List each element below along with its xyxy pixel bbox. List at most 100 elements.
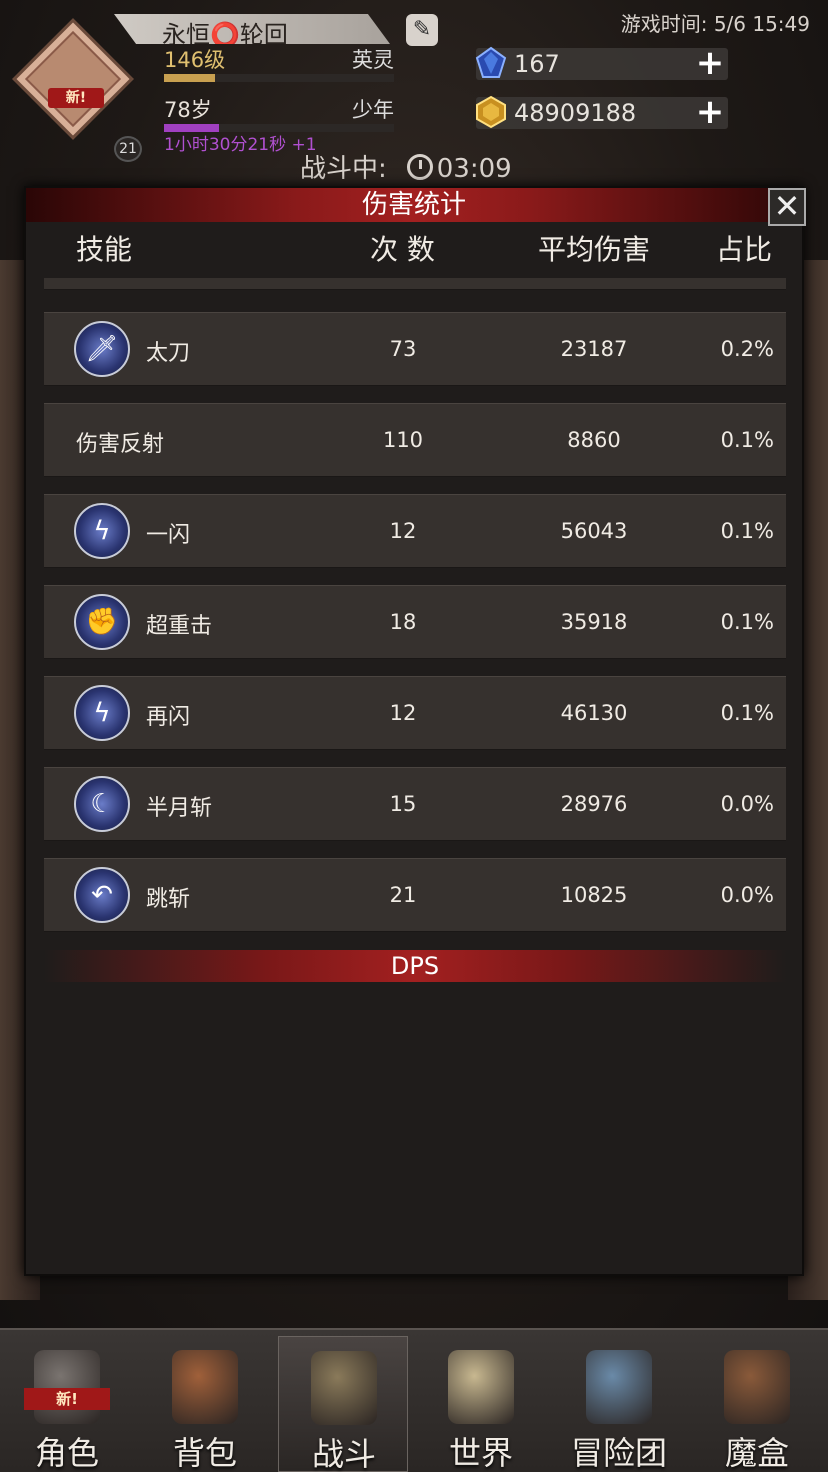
avatar-level-badge: 21 bbox=[114, 136, 142, 162]
new-badge: 新! bbox=[48, 88, 104, 108]
table-row: ☾ 半月斩 15 28976 0.0% bbox=[44, 767, 786, 841]
hit-count: 18 bbox=[389, 610, 417, 634]
damage-percent: 0.0% bbox=[720, 883, 774, 907]
add-crystal-button[interactable]: + bbox=[692, 46, 728, 82]
rank-text: 英灵 bbox=[352, 48, 394, 72]
table-row: 🗡 太刀 73 23187 0.2% bbox=[44, 312, 786, 386]
column-header-skill: 技能 bbox=[76, 233, 133, 266]
level-text: 146级 bbox=[164, 48, 226, 72]
damage-percent: 0.1% bbox=[720, 701, 774, 725]
skill-name: 再闪 bbox=[146, 705, 191, 730]
dps-header: DPS bbox=[44, 950, 786, 982]
castle-icon bbox=[586, 1350, 652, 1424]
sword-icon: 🗡 bbox=[74, 321, 130, 377]
nav-label: 冒险团 bbox=[570, 1434, 667, 1472]
damage-stats-panel: 伤害统计 ✕ 技能 次 数 平均伤害 占比 🗡 太刀 73 23187 0.2% 伤害反射… bbox=[24, 186, 806, 1276]
top-hud: 新! 21 永恒⭕轮回 ✎ 146级 英灵 78岁 少年 1小时30分21秒 +… bbox=[0, 0, 828, 190]
skill-name: 超重击 bbox=[146, 614, 213, 639]
average-damage: 56043 bbox=[560, 519, 628, 543]
crystal-resource: 167 + bbox=[475, 46, 728, 82]
average-damage: 23187 bbox=[560, 337, 628, 361]
skill-name: 半月斩 bbox=[146, 796, 213, 821]
new-badge: 新! bbox=[24, 1388, 110, 1410]
magic-box-icon bbox=[724, 1350, 790, 1424]
scroll-map-icon bbox=[448, 1350, 514, 1424]
fist-icon: ✊ bbox=[74, 594, 130, 650]
average-damage: 35918 bbox=[560, 610, 628, 634]
nav-item-backpack[interactable]: 背包 bbox=[140, 1336, 270, 1472]
clock-icon bbox=[406, 154, 433, 180]
flash-icon: ϟ bbox=[74, 503, 130, 559]
game-time: 游戏时间: 5/6 15:49 bbox=[620, 12, 810, 36]
shield-sword-icon bbox=[311, 1351, 377, 1425]
gold-amount: 48909188 bbox=[514, 99, 637, 127]
skill-damage-list[interactable]: 🗡 太刀 73 23187 0.2% 伤害反射 110 8860 0.1% ϟ 一闪 12 56043 0… bbox=[44, 278, 786, 938]
gold-resource: 48909188 + bbox=[476, 95, 728, 131]
column-header-count: 次 数 bbox=[370, 233, 435, 266]
average-damage: 10825 bbox=[560, 883, 628, 907]
table-row: ✊ 超重击 18 35918 0.1% bbox=[44, 585, 786, 659]
table-row: ↶ 跳斩 21 10825 0.0% bbox=[44, 858, 786, 932]
table-row: 伤害反射 110 8860 0.1% bbox=[44, 403, 786, 477]
backpack-icon bbox=[172, 1350, 238, 1424]
player-name-plate: 永恒⭕轮回 bbox=[114, 14, 390, 44]
bottom-nav: 新! 角色 背包 战斗 世界 冒险团 魔盒 bbox=[0, 1328, 828, 1472]
age-timer: 1小时30分21秒 +1 bbox=[164, 135, 317, 155]
hit-count: 12 bbox=[389, 701, 417, 725]
dps-chart: 1654350013786250110290008271750551450027… bbox=[2, 988, 802, 1258]
close-button[interactable]: ✕ bbox=[768, 188, 806, 226]
hit-count: 73 bbox=[389, 337, 417, 361]
battle-label: 战斗中: bbox=[300, 154, 387, 184]
edit-name-button[interactable]: ✎ bbox=[406, 14, 438, 46]
age-text: 78岁 bbox=[164, 98, 212, 122]
age-stage: 少年 bbox=[352, 98, 394, 122]
flash-icon: ϟ bbox=[74, 685, 130, 741]
column-header-avg-damage: 平均伤害 bbox=[538, 233, 651, 266]
panel-title: 伤害统计 bbox=[361, 190, 466, 220]
hit-count: 15 bbox=[389, 792, 417, 816]
nav-item-helmet[interactable]: 新! 角色 bbox=[2, 1336, 132, 1472]
level-stat: 146级 英灵 bbox=[164, 44, 394, 82]
panel-header: 伤害统计 bbox=[26, 188, 802, 222]
level-progress-fill bbox=[164, 74, 215, 82]
nav-label: 世界 bbox=[448, 1434, 513, 1472]
skill-name: 跳斩 bbox=[146, 887, 191, 912]
battle-time: 03:09 bbox=[436, 154, 512, 184]
damage-percent: 0.1% bbox=[720, 610, 774, 634]
column-header-percent: 占比 bbox=[716, 233, 773, 266]
hit-count: 12 bbox=[389, 519, 417, 543]
average-damage: 46130 bbox=[560, 701, 628, 725]
crystal-amount: 167 bbox=[514, 50, 560, 78]
damage-percent: 0.2% bbox=[720, 337, 774, 361]
nav-label: 魔盒 bbox=[724, 1434, 789, 1472]
close-icon: ✕ bbox=[773, 187, 801, 225]
nav-item-scroll-map[interactable]: 世界 bbox=[416, 1336, 546, 1472]
skill-name: 一闪 bbox=[146, 523, 191, 548]
edit-icon: ✎ bbox=[412, 17, 432, 42]
damage-percent: 0.1% bbox=[720, 428, 774, 452]
crystal-icon bbox=[475, 46, 507, 78]
dps-title: DPS bbox=[390, 952, 440, 980]
age-stat: 78岁 少年 bbox=[164, 94, 394, 132]
gold-icon bbox=[476, 95, 506, 129]
nav-label: 角色 bbox=[34, 1434, 99, 1472]
helmet-icon bbox=[34, 1350, 100, 1424]
player-avatar[interactable]: 新! 21 bbox=[12, 18, 142, 162]
crescent-icon: ☾ bbox=[74, 776, 130, 832]
battle-status: 战斗中: 03:09 bbox=[300, 148, 512, 185]
list-item-partial bbox=[44, 278, 786, 290]
average-damage: 28976 bbox=[560, 792, 628, 816]
skill-name: 太刀 bbox=[146, 341, 191, 366]
hit-count: 21 bbox=[389, 883, 417, 907]
damage-percent: 0.1% bbox=[720, 519, 774, 543]
table-row: ϟ 一闪 12 56043 0.1% bbox=[44, 494, 786, 568]
nav-item-castle[interactable]: 冒险团 bbox=[554, 1336, 684, 1472]
nav-label: 战斗 bbox=[311, 1435, 376, 1472]
level-progress-bar bbox=[164, 74, 394, 82]
add-gold-button[interactable]: + bbox=[692, 95, 728, 131]
nav-item-magic-box[interactable]: 魔盒 bbox=[692, 1336, 822, 1472]
damage-percent: 0.0% bbox=[720, 792, 774, 816]
nav-item-shield-sword[interactable]: 战斗 bbox=[278, 1336, 408, 1472]
average-damage: 8860 bbox=[567, 428, 621, 452]
table-row: ϟ 再闪 12 46130 0.1% bbox=[44, 676, 786, 750]
